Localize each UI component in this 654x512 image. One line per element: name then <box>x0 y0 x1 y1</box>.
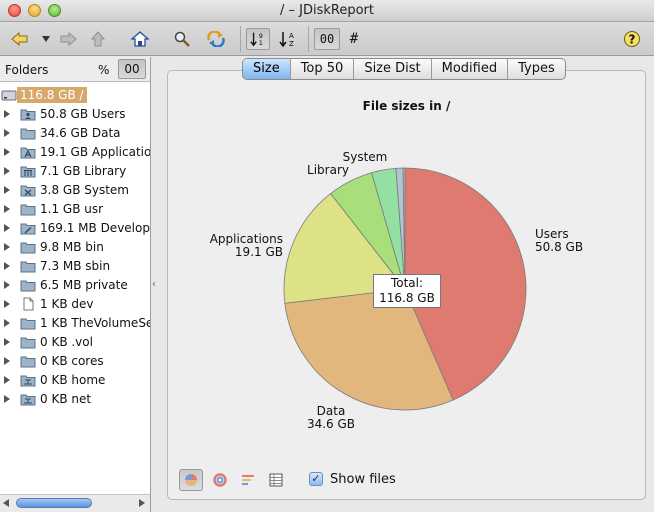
pie-chart-icon <box>185 474 197 486</box>
bar-chart-view-button[interactable] <box>236 469 260 491</box>
ring-chart-view-button[interactable] <box>208 469 232 491</box>
slice-label-applications: Applications <box>210 232 283 246</box>
slice-value-applications: 19.1 GB <box>235 245 283 259</box>
table-icon <box>269 473 283 487</box>
slice-label-data: Data <box>317 404 346 418</box>
ring-chart-icon <box>213 473 227 487</box>
total-label: Total: <box>390 276 424 290</box>
slice-label-system: System <box>343 150 388 164</box>
slice-label-users: Users <box>535 227 569 241</box>
pie-chart: Users50.8 GB Data34.6 GB Applications19.1 … <box>210 150 583 431</box>
slice-value-users: 50.8 GB <box>535 240 583 254</box>
total-value: 116.8 GB <box>379 291 435 305</box>
pie-chart-view-button[interactable] <box>179 469 203 491</box>
show-files-label: Show files <box>330 472 396 487</box>
slice-label-library: Library <box>307 163 349 177</box>
bar-chart-icon <box>242 475 254 485</box>
slice-value-data: 34.6 GB <box>307 417 355 431</box>
table-view-button[interactable] <box>264 469 288 491</box>
show-files-checkbox[interactable]: ✓ <box>309 472 323 486</box>
total-label-box: Total: 116.8 GB <box>373 274 441 308</box>
